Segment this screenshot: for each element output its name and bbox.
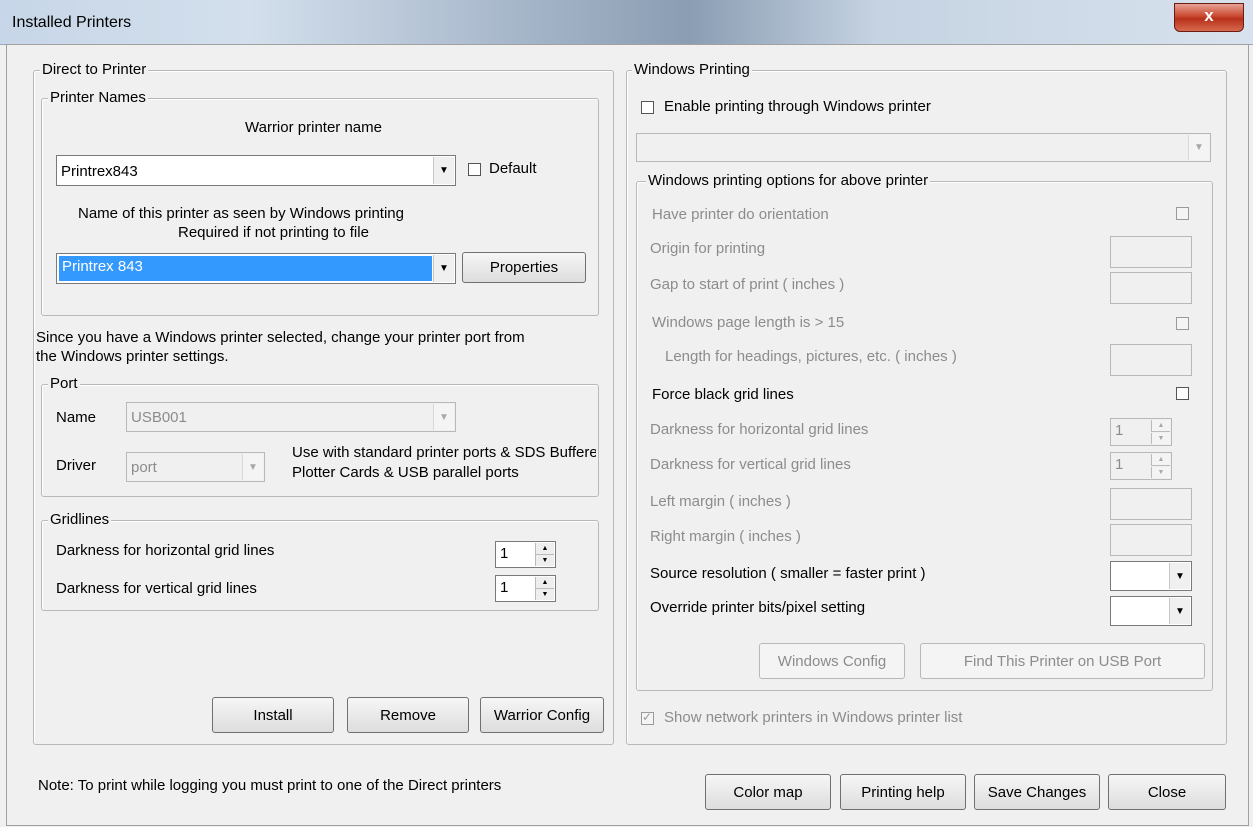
install-button[interactable]: Install [212,697,334,733]
window-title: Installed Printers [12,14,132,31]
spin-down-icon[interactable]: ▼ [1151,467,1170,478]
driver-select[interactable]: port ▼ [126,452,265,482]
chevron-down-icon[interactable]: ▼ [433,404,454,430]
chevron-down-icon[interactable]: ▼ [1188,135,1209,160]
dark-v-value: 1 [1115,456,1124,473]
gridlines-vertical-spinner[interactable]: 1 ▲ ▼ [495,575,556,602]
windows-options-legend: Windows printing options for above print… [646,172,931,189]
page-length-label: Windows page length is > 15 [652,314,845,331]
chevron-down-icon[interactable]: ▼ [1169,563,1190,589]
dark-h-value: 1 [1115,422,1124,439]
force-black-label: Force black grid lines [652,386,794,403]
windows-config-button[interactable]: Windows Config [759,643,905,679]
driver-value: port [131,459,157,476]
orientation-label: Have printer do orientation [652,206,829,223]
port-name-select[interactable]: USB001 ▼ [126,402,456,432]
gridlines-horizontal-label: Darkness for horizontal grid lines [56,542,275,559]
spin-up-icon[interactable]: ▲ [1151,420,1170,432]
spin-down-icon[interactable]: ▼ [1151,433,1170,444]
orientation-checkbox[interactable] [1176,207,1189,220]
gridlines-vertical-label: Darkness for vertical grid lines [56,580,257,597]
chevron-down-icon[interactable]: ▼ [433,255,454,282]
length-headings-label: Length for headings, pictures, etc. ( in… [665,348,957,365]
close-icon: x [1204,6,1214,25]
enable-windows-printing-label: Enable printing through Windows printer [664,98,931,115]
windows-printer-name-label: Name of this printer as seen by Windows … [78,205,404,222]
override-bits-label: Override printer bits/pixel setting [650,599,866,616]
spin-up-icon[interactable]: ▲ [535,543,554,555]
length-headings-input[interactable] [1110,344,1192,376]
default-label: Default [489,160,537,177]
override-bits-select[interactable]: ▼ [1110,596,1192,626]
default-checkbox[interactable] [468,163,481,176]
chevron-down-icon[interactable]: ▼ [433,157,454,184]
dark-v-label: Darkness for vertical grid lines [650,456,851,473]
source-resolution-select[interactable]: ▼ [1110,561,1192,591]
properties-button[interactable]: Properties [462,252,586,283]
printer-names-legend: Printer Names [48,89,148,106]
windows-printer-value: Printrex 843 [62,258,143,275]
printing-help-button[interactable]: Printing help [840,774,966,810]
warrior-printer-name-label: Warrior printer name [245,119,382,136]
warrior-printer-value: Printrex843 [61,163,138,180]
spin-down-icon[interactable]: ▼ [535,555,554,566]
direct-to-printer-legend: Direct to Printer [40,61,149,78]
enable-windows-printing-checkbox[interactable] [641,101,654,114]
spin-down-icon[interactable]: ▼ [535,589,554,600]
remove-button[interactable]: Remove [347,697,469,733]
gridlines-vertical-value: 1 [500,579,509,596]
chevron-down-icon[interactable]: ▼ [1169,598,1190,624]
warrior-printer-select[interactable]: Printrex843 ▼ [56,155,456,186]
window-close-button[interactable]: x [1174,3,1244,32]
color-map-button[interactable]: Color map [705,774,831,810]
title-bar: Installed Printers x [0,0,1253,45]
dark-h-spinner[interactable]: 1 ▲ ▼ [1110,418,1172,446]
windows-printer-select[interactable]: Printrex 843 ▼ [56,253,456,284]
windows-printer-list-select[interactable]: ▼ [636,133,1211,162]
port-name-label: Name [56,409,97,426]
right-margin-label: Right margin ( inches ) [650,528,801,545]
dark-v-spinner[interactable]: 1 ▲ ▼ [1110,452,1172,480]
close-button[interactable]: Close [1108,774,1226,810]
show-network-printers-checkbox[interactable] [641,710,654,725]
chevron-down-icon[interactable]: ▼ [242,454,263,480]
driver-note: Use with standard printer ports & SDS Bu… [292,444,596,488]
driver-note-line2: Plotter Cards & USB parallel ports [292,464,519,481]
selected-highlight: Printrex 843 [59,256,432,281]
left-margin-input[interactable] [1110,488,1192,520]
gridlines-legend: Gridlines [48,511,112,528]
find-usb-printer-button[interactable]: Find This Printer on USB Port [920,643,1205,679]
show-network-printers-label: Show network printers in Windows printer… [664,709,963,726]
page-length-checkbox[interactable] [1176,317,1189,330]
gridlines-horizontal-spinner[interactable]: 1 ▲ ▼ [495,541,556,568]
dark-h-label: Darkness for horizontal grid lines [650,421,869,438]
footer-note: Note: To print while logging you must pr… [38,777,502,794]
gap-label: Gap to start of print ( inches ) [650,276,845,293]
spin-up-icon[interactable]: ▲ [535,577,554,589]
gridlines-horizontal-value: 1 [500,545,509,562]
port-name-value: USB001 [131,409,187,426]
origin-label: Origin for printing [650,240,766,257]
port-legend: Port [48,375,80,392]
gap-input[interactable] [1110,272,1192,304]
origin-input[interactable] [1110,236,1192,268]
warrior-config-button[interactable]: Warrior Config [480,697,604,733]
port-note-line2: the Windows printer settings. [36,348,229,365]
force-black-checkbox[interactable] [1176,387,1189,400]
port-note-line1: Since you have a Windows printer selecte… [36,329,525,346]
windows-printer-required-label: Required if not printing to file [178,224,369,241]
save-changes-button[interactable]: Save Changes [974,774,1100,810]
source-resolution-label: Source resolution ( smaller = faster pri… [650,565,926,582]
windows-printing-legend: Windows Printing [632,61,752,78]
driver-label: Driver [56,457,96,474]
left-margin-label: Left margin ( inches ) [650,493,791,510]
right-margin-input[interactable] [1110,524,1192,556]
driver-note-line1: Use with standard printer ports & SDS Bu… [292,444,596,461]
spin-up-icon[interactable]: ▲ [1151,454,1170,466]
